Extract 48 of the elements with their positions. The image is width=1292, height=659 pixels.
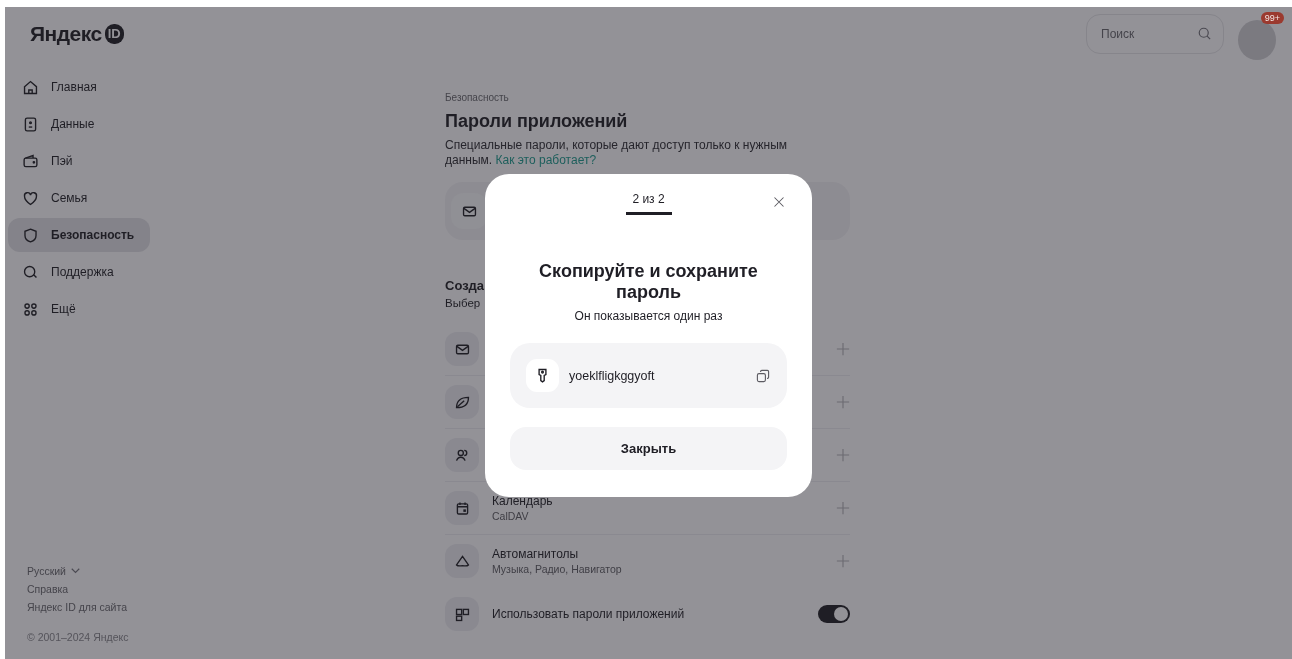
nav-item[interactable]: Безопасность bbox=[8, 218, 150, 252]
toggle-label: Использовать пароли приложений bbox=[492, 607, 686, 621]
breadcrumb[interactable]: Безопасность bbox=[445, 92, 855, 103]
copy-icon[interactable] bbox=[755, 367, 771, 384]
step-indicator: 2 из 2 bbox=[625, 192, 672, 215]
password-text: yoeklfligkggyoft bbox=[569, 368, 656, 383]
toggle-switch[interactable] bbox=[818, 605, 850, 623]
language-selector[interactable]: Русский bbox=[27, 565, 80, 577]
plus-icon[interactable] bbox=[836, 501, 850, 515]
nav-item[interactable]: Главная bbox=[8, 70, 150, 104]
nav-item[interactable]: Семья bbox=[8, 181, 150, 215]
id-icon bbox=[22, 115, 39, 133]
app-name: Календарь bbox=[492, 494, 553, 508]
search-field[interactable]: Поиск bbox=[1086, 14, 1224, 54]
modal-title: Скопируйте и сохраните пароль bbox=[538, 261, 759, 303]
close-icon[interactable] bbox=[773, 196, 785, 208]
section-subtitle: Выбер bbox=[445, 297, 482, 309]
plus-icon[interactable] bbox=[836, 342, 850, 356]
nav-item[interactable]: Ещё bbox=[8, 292, 150, 326]
notification-badge: 99+ bbox=[1260, 12, 1284, 24]
logo-text: Яндекс bbox=[30, 22, 102, 46]
page-title: Пароли приложений bbox=[445, 111, 629, 132]
app-name: Автомагнитолы bbox=[492, 547, 579, 561]
chevron-down-icon bbox=[70, 568, 80, 574]
heart-icon bbox=[22, 189, 39, 207]
close-button[interactable]: Закрыть bbox=[510, 427, 787, 470]
logo-badge: ID bbox=[104, 24, 124, 44]
copyright-text: © 2001–2024 Яндекс bbox=[27, 631, 129, 643]
triangle-icon bbox=[453, 552, 471, 570]
home-icon bbox=[22, 78, 39, 96]
app-detail: CalDAV bbox=[492, 510, 529, 522]
plus-icon[interactable] bbox=[836, 554, 850, 568]
plus-icon[interactable] bbox=[836, 395, 850, 409]
page-description: Специальные пароли, которые дают доступ только к нужным данным. Как это работает? bbox=[445, 138, 789, 168]
section-title: Созда bbox=[445, 278, 485, 293]
shield-icon bbox=[22, 226, 39, 244]
modal-subtitle: Он показывается один раз bbox=[574, 309, 723, 323]
app-detail: Музыка, Радио, Навигатор bbox=[492, 563, 622, 575]
avatar[interactable] bbox=[1238, 20, 1276, 60]
nav-item[interactable]: Поддержка bbox=[8, 255, 150, 289]
wallet-icon bbox=[22, 152, 39, 170]
plus-icon[interactable] bbox=[836, 448, 850, 462]
footer-link[interactable]: Справка bbox=[27, 583, 69, 595]
nav-item[interactable]: Данные bbox=[8, 107, 150, 141]
nav-item[interactable]: Пэй bbox=[8, 144, 150, 178]
search-icon[interactable] bbox=[1197, 26, 1212, 41]
footer-link[interactable]: Яндекс ID для сайта bbox=[27, 601, 127, 613]
grid-icon bbox=[22, 300, 39, 318]
